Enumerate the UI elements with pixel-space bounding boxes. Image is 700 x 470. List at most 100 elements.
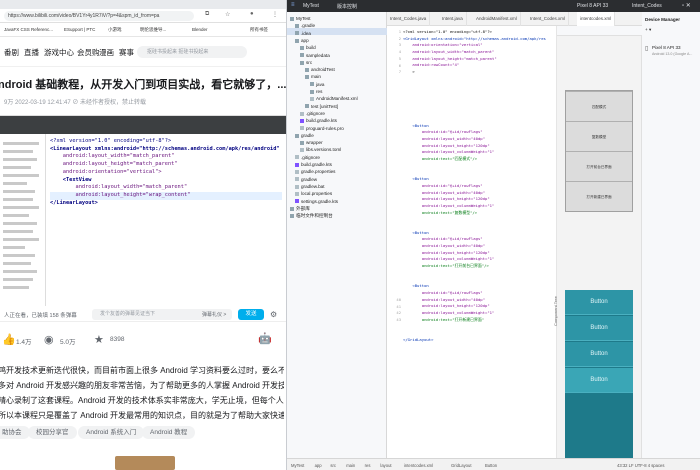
code-line[interactable]: <Button bbox=[403, 283, 556, 290]
project-name[interactable]: MyTest bbox=[303, 3, 319, 9]
code-line[interactable] bbox=[403, 116, 556, 123]
blueprint-view[interactable]: 匹配模式 复数模型 打开前台已界面 打开新建已界面 bbox=[565, 90, 633, 212]
code-line[interactable]: android:id="@+id/rowFlags" bbox=[403, 290, 556, 297]
project-tree-item[interactable]: sampledata bbox=[300, 53, 330, 59]
tag-chip[interactable]: 校园分享官 bbox=[28, 426, 77, 439]
nav-item[interactable]: 游戏中心 bbox=[44, 47, 74, 58]
coin-icon[interactable]: ◉ bbox=[44, 333, 54, 346]
project-tree-item[interactable]: local.properties bbox=[295, 191, 332, 197]
code-line[interactable]: android:text="打开前台已界面"/> bbox=[403, 263, 556, 270]
code-line[interactable]: <?xml version="1.0" encoding="utf-8"?> bbox=[403, 29, 556, 36]
code-line[interactable]: android:layout_height="120dp" bbox=[403, 143, 556, 150]
preview-button[interactable]: Button bbox=[565, 290, 633, 315]
code-line[interactable]: <Button bbox=[403, 176, 556, 183]
video-player[interactable]: <?xml version="1.0" encoding="utf-8"?> <… bbox=[0, 115, 286, 306]
project-tree-item[interactable]: libs.versions.toml bbox=[300, 147, 341, 153]
nav-item[interactable]: 会员购 bbox=[77, 47, 100, 58]
editor-tab-active[interactable]: intentcodes.xml bbox=[577, 12, 616, 26]
code-line[interactable]: android:orientation="vertical" bbox=[403, 42, 556, 49]
code-line[interactable]: android:layout_width="40dp" bbox=[403, 136, 556, 143]
project-tree-item[interactable]: gradlew.bat bbox=[295, 184, 325, 190]
device-preview[interactable]: Button Button Button Button bbox=[565, 290, 633, 470]
code-line[interactable]: android:layout_width="40dp" bbox=[403, 243, 556, 250]
project-tree-item[interactable]: gradle.properties bbox=[295, 169, 335, 175]
code-line[interactable] bbox=[403, 216, 556, 223]
blueprint-button[interactable]: 打开前台已界面 bbox=[566, 151, 632, 181]
project-tree-item[interactable]: AndroidManifest.xml bbox=[310, 96, 358, 102]
menu-icon[interactable]: ⋮ bbox=[272, 11, 278, 18]
breadcrumb-item[interactable]: intentcodes.xml bbox=[404, 463, 433, 468]
tag-chip[interactable]: Android 教程 bbox=[142, 426, 196, 439]
code-line[interactable] bbox=[403, 323, 556, 330]
code-line[interactable] bbox=[403, 89, 556, 96]
run-config[interactable]: Intent_Codes bbox=[632, 3, 662, 9]
tag-chip[interactable]: Android 系统入门 bbox=[78, 426, 145, 439]
code-line[interactable] bbox=[403, 83, 556, 90]
code-line[interactable]: <GridLayout xmlns:android="http://schema… bbox=[403, 36, 556, 43]
create-device-button[interactable]: + ▾ bbox=[645, 27, 651, 33]
site-search-input[interactable]: 抠硅书投起来 抠硅书投起来 bbox=[137, 46, 247, 58]
bookmark-item[interactable]: Blender bbox=[192, 27, 208, 32]
project-tree-item[interactable]: proguard-rules.pro bbox=[300, 126, 344, 132]
project-tree-item[interactable]: 临时文件和控制台 bbox=[290, 213, 333, 219]
player-settings-icon[interactable]: ⚙ bbox=[270, 310, 277, 319]
project-tree-item[interactable]: main bbox=[305, 74, 321, 80]
robot-assistant-icon[interactable]: 🤖 bbox=[258, 332, 272, 345]
danmaku-send-button[interactable]: 发送 bbox=[238, 309, 264, 320]
blueprint-button[interactable]: 匹配模式 bbox=[566, 91, 632, 121]
preview-button[interactable]: Button bbox=[565, 342, 633, 367]
editor-tab[interactable]: Intent_Codes.xml bbox=[527, 12, 570, 26]
code-line[interactable]: android:layout_height="match_parent" bbox=[403, 56, 556, 63]
project-tree-item[interactable]: gradlew bbox=[295, 177, 317, 183]
project-tree-item[interactable]: androidTest bbox=[305, 67, 335, 73]
bookmark-item[interactable]: JavaFX CSS Referenc... bbox=[4, 27, 53, 32]
project-tree-item[interactable]: test [unitTest] bbox=[305, 104, 338, 110]
code-line[interactable]: android:layout_height="120dp" bbox=[403, 250, 556, 257]
studio-menu-icon[interactable]: ≡ bbox=[291, 2, 295, 8]
profile-icon[interactable]: ● bbox=[250, 11, 254, 17]
preview-button[interactable]: Button bbox=[565, 368, 633, 393]
project-tree-item[interactable]: settings.gradle.kts bbox=[295, 199, 338, 205]
tag-chip[interactable]: 助协会 bbox=[0, 426, 30, 439]
editor-tab[interactable]: Intent.java bbox=[439, 12, 467, 26]
code-line[interactable]: android:text="匹配模式"/> bbox=[403, 156, 556, 163]
code-line[interactable]: android:layout_height="120dp" bbox=[403, 196, 556, 203]
breadcrumb-item[interactable]: layout bbox=[380, 463, 391, 468]
code-area[interactable]: <?xml version="1.0" encoding="utf-8"?> <G… bbox=[403, 29, 556, 343]
code-line[interactable]: android:layout_columnWeight="1" bbox=[403, 149, 556, 156]
code-line[interactable] bbox=[403, 330, 556, 337]
breadcrumb-item[interactable]: res bbox=[365, 463, 371, 468]
code-line[interactable] bbox=[403, 109, 556, 116]
vcs-menu[interactable]: 版本控制 bbox=[337, 3, 357, 10]
device-name[interactable]: Pixel 8 API 33 bbox=[652, 45, 681, 50]
code-line[interactable] bbox=[403, 270, 556, 277]
breadcrumb-item[interactable]: MyTest bbox=[291, 463, 304, 468]
project-tree-item[interactable]: java bbox=[310, 82, 324, 88]
code-editor[interactable]: 1 2 3 4 5 6 7 40 41 42 43 <?xml version="1.0" enco… bbox=[387, 26, 557, 458]
extensions-icon[interactable]: ⧉ bbox=[205, 11, 209, 18]
project-tree-item[interactable]: .gitignore bbox=[300, 111, 325, 117]
blueprint-button[interactable]: 复数模型 bbox=[566, 121, 632, 151]
project-tree-item[interactable]: .gitignore bbox=[295, 155, 320, 161]
component-tree-tab[interactable]: Component Tree bbox=[553, 296, 558, 326]
nav-item[interactable]: 番剧 bbox=[4, 47, 19, 58]
blueprint-button[interactable]: 打开新建已界面 bbox=[566, 181, 632, 211]
code-line[interactable]: android:rowCount="4" bbox=[403, 62, 556, 69]
bookmark-item[interactable]: ESupport | PTC bbox=[64, 27, 95, 32]
code-line[interactable]: android:layout_columnWeight="1" bbox=[403, 310, 556, 317]
star-icon[interactable]: ☆ bbox=[225, 11, 230, 18]
breadcrumb-item[interactable]: app bbox=[315, 463, 322, 468]
code-line[interactable]: android:layout_columnWeight="1" bbox=[403, 203, 556, 210]
like-icon[interactable]: 👍 bbox=[2, 333, 16, 346]
project-tree-item[interactable]: res bbox=[310, 89, 322, 95]
code-line[interactable] bbox=[403, 169, 556, 176]
code-line[interactable]: android:id="@+id/rowFlags" bbox=[403, 183, 556, 190]
code-line[interactable] bbox=[403, 163, 556, 170]
code-line[interactable] bbox=[403, 76, 556, 83]
breadcrumb-item[interactable]: src bbox=[330, 463, 336, 468]
code-line[interactable]: <Button bbox=[403, 123, 556, 130]
project-tree-item[interactable]: build.gradle.kts bbox=[295, 162, 332, 168]
code-line[interactable] bbox=[403, 276, 556, 283]
code-line[interactable]: android:layout_height="120dp" bbox=[403, 303, 556, 310]
window-controls[interactable]: ▫ ✕ bbox=[682, 2, 691, 9]
